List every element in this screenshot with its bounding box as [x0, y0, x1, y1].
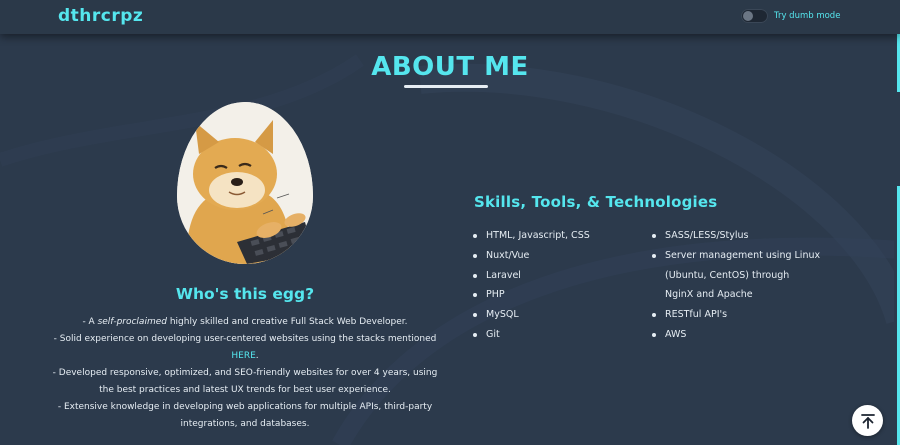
toggle-switch[interactable]	[741, 9, 768, 23]
doge-typing-image	[177, 102, 313, 264]
skill-item-line: NginX and Apache	[665, 289, 753, 301]
skill-item: Nuxt/Vue	[473, 246, 643, 266]
skill-item: MySQL	[473, 305, 643, 325]
skill-item-line: Server management using Linux	[665, 249, 821, 261]
description-text: - Developed responsive, optimized, and S…	[52, 368, 438, 378]
description-line-4: - Extensive knowledge in developing web …	[30, 399, 460, 416]
toggle-knob	[743, 11, 753, 21]
skill-item: PHP	[473, 285, 643, 305]
description-text: highly skilled and creative Full Stack W…	[166, 317, 408, 327]
description-emphasis: self-proclaimed	[97, 317, 167, 327]
scroll-indicator	[894, 34, 900, 445]
skill-item: Server management using Linux (Ubuntu, Ce…	[652, 246, 832, 305]
dumb-mode-toggle[interactable]: Try dumb mode	[741, 9, 840, 23]
skills-list-2: SASS/LESS/Stylus Server management using…	[652, 226, 832, 345]
skill-item: AWS	[652, 325, 832, 345]
skill-item: SASS/LESS/Stylus	[652, 226, 832, 246]
description-text: the best practices and latest UX trends …	[99, 385, 391, 395]
skills-title: Skills, Tools, & Technologies	[474, 193, 718, 211]
skills-list-1: HTML, Javascript, CSS Nuxt/Vue Laravel P…	[473, 226, 643, 345]
who-title: Who's this egg?	[175, 285, 315, 303]
description-text: integrations, and databases.	[180, 419, 310, 429]
skill-item: Laravel	[473, 266, 643, 286]
back-to-top-button[interactable]	[852, 405, 883, 436]
page-title: ABOUT ME	[371, 52, 529, 82]
about-description: - A self-proclaimed highly skilled and c…	[30, 314, 460, 433]
skill-item: RESTful API's	[652, 305, 832, 325]
description-line-3: - Developed responsive, optimized, and S…	[30, 365, 460, 382]
arrow-up-to-line-icon	[860, 413, 875, 429]
navbar: dthrcrpz Try dumb mode	[0, 0, 900, 34]
avatar-egg	[177, 102, 313, 264]
description-line-2: - Solid experience on developing user-ce…	[30, 331, 460, 348]
description-text: - Extensive knowledge in developing web …	[57, 402, 433, 412]
description-text: - A	[82, 317, 98, 327]
stacks-link[interactable]: HERE	[231, 351, 255, 361]
brand-logo[interactable]: dthrcrpz	[58, 6, 143, 26]
title-underline	[404, 85, 488, 88]
toggle-label[interactable]: Try dumb mode	[774, 11, 840, 21]
description-line-3b: the best practices and latest UX trends …	[30, 382, 460, 399]
description-line-1: - A self-proclaimed highly skilled and c…	[30, 314, 460, 331]
description-line-2b: HERE.	[30, 348, 460, 365]
description-line-4b: integrations, and databases.	[30, 416, 460, 433]
description-text: .	[255, 351, 259, 361]
skill-item-line: (Ubuntu, CentOS) through	[665, 269, 790, 281]
skill-item: Git	[473, 325, 643, 345]
description-text: - Solid experience on developing user-ce…	[53, 334, 437, 344]
skill-item: HTML, Javascript, CSS	[473, 226, 643, 246]
